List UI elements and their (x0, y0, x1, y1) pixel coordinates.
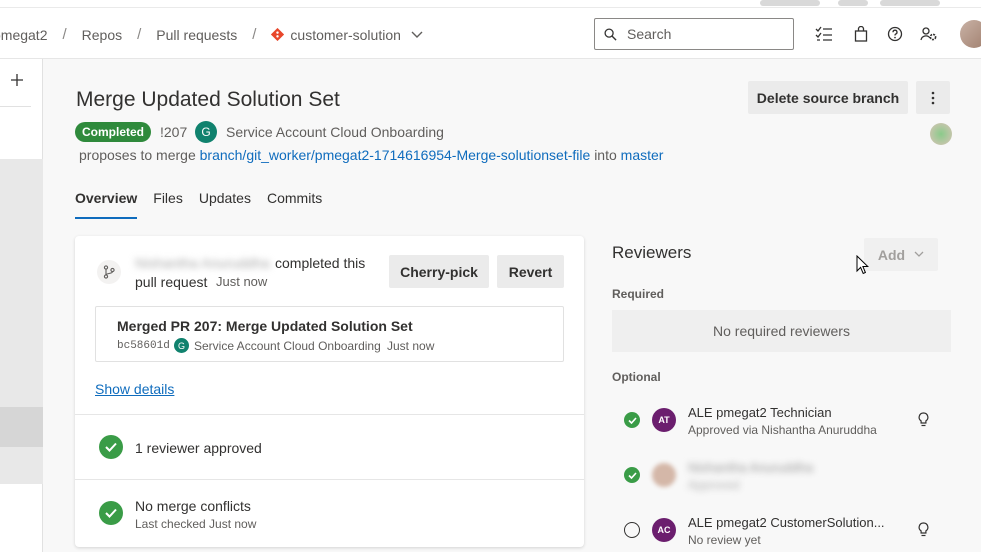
target-branch-link[interactable]: master (621, 147, 664, 163)
breadcrumb-pull-requests[interactable]: Pull requests (156, 27, 237, 43)
rail-selected-item[interactable] (0, 407, 43, 447)
author-avatar: G (195, 121, 217, 143)
completed-line1: completed this (275, 255, 366, 271)
divider (75, 479, 584, 480)
help-icon[interactable] (886, 25, 904, 43)
last-checked-text: Last checked Just now (135, 517, 257, 531)
reviewer-avatar: AC (652, 518, 676, 542)
blurred-strip-item (838, 0, 868, 6)
shopping-bag-icon[interactable] (852, 25, 870, 43)
merge-conflicts-text: No merge conflicts (135, 498, 251, 514)
reviewer-item[interactable]: AT ALE pmegat2 Technician Approved via N… (612, 400, 951, 440)
approved-check-icon (624, 412, 640, 428)
pr-id: !207 (160, 124, 188, 140)
git-repo-icon (271, 28, 285, 41)
no-required-text: No required reviewers (713, 323, 850, 339)
status-badge: Completed (75, 122, 152, 142)
breadcrumb-repo: customer-solution (290, 26, 401, 43)
activity-card: Nishantha Anuruddha completed this pull … (75, 236, 584, 547)
merge-commit-box[interactable]: Merged PR 207: Merge Updated Solution Se… (95, 306, 564, 362)
completed-line2: pull request (135, 274, 208, 290)
reviewer-avatar: AT (652, 408, 676, 432)
tab-overview[interactable]: Overview (75, 186, 138, 219)
reviewer-name: ALE pmegat2 CustomerSolution... (688, 515, 885, 530)
reviewer-approved-check-icon (99, 435, 123, 459)
completed-user-name[interactable]: Nishantha Anuruddha (135, 255, 275, 271)
reviewer-approved-text: 1 reviewer approved (135, 440, 262, 456)
reviewer-name: ALE pmegat2 Technician (688, 405, 832, 420)
no-review-circle-icon (624, 522, 640, 538)
user-settings-icon[interactable] (920, 25, 938, 43)
commit-author: Service Account Cloud Onboarding (194, 339, 381, 353)
chevron-down-icon (914, 251, 924, 258)
avatar[interactable] (960, 20, 981, 48)
no-conflicts-check-icon (99, 501, 123, 525)
reviewer-status: Approved (688, 478, 740, 492)
rail-divider (0, 106, 31, 107)
tab-updates[interactable]: Updates (199, 186, 251, 219)
reviewer-avatar (652, 463, 676, 487)
task-list-icon[interactable] (815, 25, 833, 43)
cherry-pick-button[interactable]: Cherry-pick (389, 255, 489, 288)
reviewer-item[interactable]: Nishantha Anuruddha Approved (612, 455, 951, 495)
breadcrumb-repos[interactable]: Repos (82, 27, 122, 43)
merge-description: proposes to merge branch/git_worker/pmeg… (79, 147, 663, 163)
commit-hash[interactable]: bc58601d (117, 340, 170, 352)
into-text: into (594, 147, 617, 163)
add-reviewer-button[interactable]: Add (864, 238, 938, 271)
blurred-strip-item (760, 0, 820, 6)
more-options-button[interactable] (916, 81, 950, 114)
source-branch-link[interactable]: branch/git_worker/pmegat2-1714616954-Mer… (200, 147, 591, 163)
reviewers-heading: Reviewers (612, 243, 692, 262)
search-input[interactable] (627, 26, 777, 42)
more-vertical-icon (931, 91, 935, 105)
breadcrumb: pmegat2 / Repos / Pull requests / custom… (0, 26, 423, 43)
chevron-down-icon (411, 31, 423, 39)
required-reviewers-box: No required reviewers (612, 310, 951, 352)
show-details-link[interactable]: Show details (95, 381, 174, 397)
tab-files[interactable]: Files (153, 186, 183, 219)
lightbulb-icon[interactable] (918, 412, 929, 427)
search-box[interactable] (594, 18, 794, 50)
breadcrumb-project[interactable]: pmegat2 (0, 27, 47, 43)
reviewer-status: Approved via Nishantha Anuruddha (688, 423, 877, 437)
reviewer-name: Nishantha Anuruddha (688, 460, 814, 475)
divider (75, 414, 584, 415)
revert-button[interactable]: Revert (497, 255, 564, 288)
optional-label: Optional (612, 370, 661, 384)
blurred-user-avatar (930, 123, 952, 145)
pr-tabs: Overview Files Updates Commits (75, 186, 338, 219)
required-label: Required (612, 287, 665, 301)
reviewer-item[interactable]: AC ALE pmegat2 CustomerSolution... No re… (612, 510, 951, 550)
repo-selector[interactable]: customer-solution (271, 27, 423, 43)
left-navigation-rail (0, 59, 43, 552)
breadcrumb-separator: / (137, 26, 142, 43)
breadcrumb-separator: / (62, 26, 67, 43)
merge-commit-title: Merged PR 207: Merge Updated Solution Se… (117, 318, 413, 334)
top-header: pmegat2 / Repos / Pull requests / custom… (0, 8, 981, 59)
completed-time: Just now (216, 274, 268, 289)
page-title: Merge Updated Solution Set (76, 88, 340, 111)
delete-source-branch-button[interactable]: Delete source branch (748, 81, 908, 114)
plus-icon[interactable] (10, 73, 24, 87)
lightbulb-icon[interactable] (918, 522, 929, 537)
blurred-strip-item (880, 0, 940, 6)
pr-author[interactable]: Service Account Cloud Onboarding (226, 124, 444, 140)
tab-commits[interactable]: Commits (267, 186, 322, 219)
breadcrumb-separator: / (252, 26, 257, 43)
commit-author-avatar: G (174, 338, 189, 353)
mouse-cursor-icon (856, 255, 869, 275)
search-icon (604, 27, 617, 41)
add-reviewer-label: Add (877, 246, 906, 263)
merge-icon (97, 260, 121, 284)
browser-top-strip (0, 0, 981, 8)
proposes-text: proposes to merge (79, 147, 196, 163)
commit-time: Just now (387, 339, 435, 353)
reviewer-status: No review yet (688, 533, 761, 547)
approved-check-icon (624, 467, 640, 483)
